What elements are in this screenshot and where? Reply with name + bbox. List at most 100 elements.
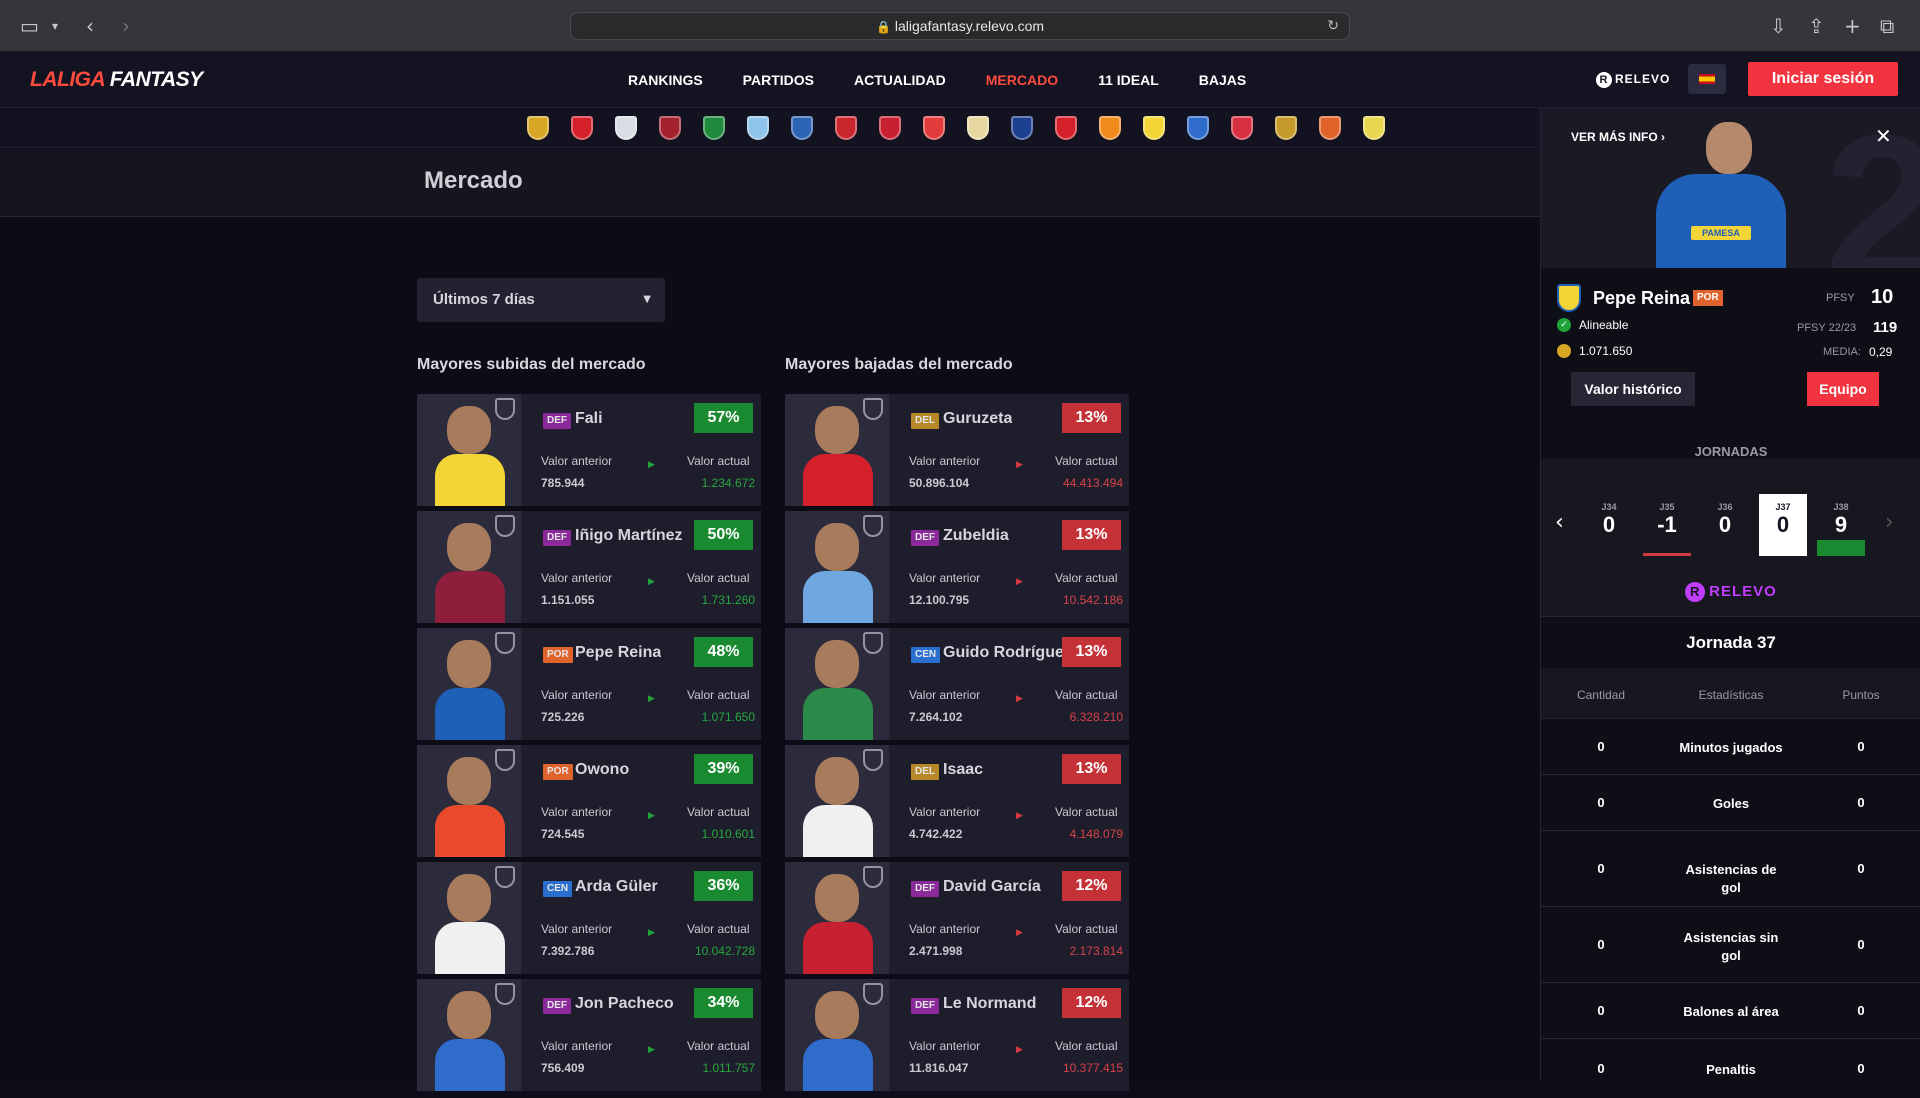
club-crest-icon[interactable] <box>1011 116 1033 140</box>
nav-partidos[interactable]: PARTIDOS <box>743 72 814 88</box>
more-info-link[interactable]: VER MÁS INFO › <box>1571 130 1665 144</box>
jornada-item[interactable]: J37 0 <box>1759 494 1807 556</box>
chevron-down-icon[interactable]: ▾ <box>52 14 58 38</box>
current-value: 4.148.079 <box>1069 827 1123 841</box>
current-value: 6.328.210 <box>1069 710 1123 724</box>
player-market-card[interactable]: DEL Guruzeta 13% Valor anterior Valor actual… <box>785 394 1129 506</box>
player-market-card[interactable]: POR Owono 39% Valor anterior Valor actual ▶ 72… <box>417 745 761 857</box>
period-select[interactable]: Últimos 7 días ▼ <box>417 278 665 322</box>
club-crest-icon[interactable] <box>967 116 989 140</box>
position-badge: POR <box>543 764 573 780</box>
club-crest-icon[interactable] <box>835 116 857 140</box>
login-button[interactable]: Iniciar sesión <box>1748 62 1898 96</box>
player-name: Guido Rodríguez <box>943 644 1072 661</box>
club-crest-icon[interactable] <box>527 116 549 140</box>
club-crest-icon[interactable] <box>1231 116 1253 140</box>
caret-down-icon: ▼ <box>643 294 651 305</box>
arrow-right-icon: ▶ <box>1016 811 1023 821</box>
arrow-right-icon: ▶ <box>648 577 655 587</box>
jornada-item[interactable]: J36 0 <box>1701 494 1749 556</box>
current-value: 10.042.728 <box>694 944 755 958</box>
laliga-fantasy-logo[interactable]: LALIGA FANTASY <box>30 68 203 92</box>
club-crest-icon <box>495 515 515 537</box>
club-crest-icon <box>863 866 883 888</box>
arrow-right-icon: ▶ <box>1016 577 1023 587</box>
nav-rankings[interactable]: RANKINGS <box>628 72 703 88</box>
url-text: laligafantasy.relevo.com <box>894 18 1045 34</box>
reload-icon[interactable]: ↻ <box>1327 13 1339 39</box>
club-crest-icon[interactable] <box>1055 116 1077 140</box>
relevo-logo[interactable]: R RELEVO <box>1596 72 1670 88</box>
position-badge: DEF <box>911 998 939 1014</box>
tabs-overview-icon[interactable]: ⧉ <box>1880 14 1894 38</box>
nav-11-ideal[interactable]: 11 IDEAL <box>1098 72 1159 88</box>
language-selector[interactable] <box>1688 64 1726 94</box>
club-crest-icon <box>495 398 515 420</box>
jornada-label: J34 <box>1601 502 1617 512</box>
sidebar-toggle-icon[interactable]: ▭ <box>20 14 39 38</box>
pfsy-label: PFSY <box>1826 292 1855 304</box>
current-value-label: Valor actual <box>687 805 750 819</box>
back-icon[interactable]: ‹ <box>86 14 94 38</box>
club-crest-icon[interactable] <box>1275 116 1297 140</box>
value-history-button[interactable]: Valor histórico <box>1571 372 1695 406</box>
player-market-card[interactable]: DEF Zubeldia 13% Valor anterior Valor actual… <box>785 511 1129 623</box>
team-button[interactable]: Equipo <box>1807 372 1879 406</box>
forward-icon[interactable]: › <box>122 14 130 38</box>
club-crest-icon <box>863 398 883 420</box>
club-crest-icon[interactable] <box>791 116 813 140</box>
new-tab-icon[interactable]: + <box>1844 14 1861 38</box>
player-market-card[interactable]: DEF David García 12% Valor anterior Valor ac… <box>785 862 1129 974</box>
jornada-item[interactable]: J34 0 <box>1585 494 1633 556</box>
nav-bajas[interactable]: BAJAS <box>1199 72 1246 88</box>
lock-icon: 🔒 <box>875 20 891 34</box>
download-icon[interactable]: ⇩ <box>1770 14 1787 38</box>
player-market-card[interactable]: POR Pepe Reina 48% Valor anterior Valor actu… <box>417 628 761 740</box>
stat-points: 0 <box>1857 861 1865 876</box>
stat-points: 0 <box>1857 937 1865 952</box>
current-value-label: Valor actual <box>1055 688 1118 702</box>
club-crest-icon[interactable] <box>747 116 769 140</box>
player-market-card[interactable]: DEF Iñigo Martínez 50% Valor anterior Valor … <box>417 511 761 623</box>
player-photo <box>417 394 521 506</box>
player-photo-head <box>1706 122 1752 174</box>
player-head <box>815 991 859 1039</box>
jornadas-prev-icon[interactable]: ‹ <box>1555 510 1564 535</box>
club-crest-icon[interactable] <box>1319 116 1341 140</box>
player-name: Le Normand <box>943 995 1037 1012</box>
position-badge: DEF <box>543 413 571 429</box>
player-market-card[interactable]: DEF Fali 57% Valor anterior Valor actual ▶ 785… <box>417 394 761 506</box>
jornada-item[interactable]: J35 -1 <box>1643 494 1691 556</box>
page-title-bar: Mercado <box>0 149 1540 217</box>
player-market-card[interactable]: DEF Le Normand 12% Valor anterior Valor actu… <box>785 979 1129 1091</box>
club-crest-icon[interactable] <box>1143 116 1165 140</box>
player-market-card[interactable]: DEF Jon Pacheco 34% Valor anterior Valor act… <box>417 979 761 1091</box>
share-icon[interactable]: ⇪ <box>1808 14 1825 38</box>
player-market-card[interactable]: CEN Guido Rodríguez 13% Valor anterior Valor… <box>785 628 1129 740</box>
club-crest-icon[interactable] <box>703 116 725 140</box>
nav-mercado[interactable]: MERCADO <box>986 72 1058 88</box>
club-crest-icon[interactable] <box>879 116 901 140</box>
club-crest-icon[interactable] <box>615 116 637 140</box>
player-market-card[interactable]: DEL Isaac 13% Valor anterior Valor actual ▶ 4.… <box>785 745 1129 857</box>
jornadas-next-icon[interactable]: › <box>1885 510 1894 535</box>
club-crest-icon[interactable] <box>571 116 593 140</box>
player-market-card[interactable]: CEN Arda Güler 36% Valor anterior Valor actu… <box>417 862 761 974</box>
club-crest-icon[interactable] <box>1187 116 1209 140</box>
position-badge: CEN <box>911 647 941 663</box>
club-crest-icon[interactable] <box>1363 116 1385 140</box>
stat-points: 0 <box>1857 739 1865 754</box>
jornada-item[interactable]: J38 9 <box>1817 494 1865 556</box>
club-crest-icon[interactable] <box>659 116 681 140</box>
nav-actualidad[interactable]: ACTUALIDAD <box>854 72 946 88</box>
address-bar[interactable]: 🔒 laligafantasy.relevo.com ↻ <box>570 12 1350 40</box>
club-crest-icon[interactable] <box>923 116 945 140</box>
pfsy-value: 10 <box>1871 286 1894 308</box>
club-crest-icon[interactable] <box>1099 116 1121 140</box>
media-value: 0,29 <box>1869 345 1893 359</box>
close-icon[interactable]: ✕ <box>1875 124 1892 148</box>
player-photo <box>785 511 889 623</box>
current-value-label: Valor actual <box>687 688 750 702</box>
player-photo <box>417 745 521 857</box>
player-hero: 2 PAMESA VER MÁS INFO › ✕ <box>1541 108 1920 268</box>
